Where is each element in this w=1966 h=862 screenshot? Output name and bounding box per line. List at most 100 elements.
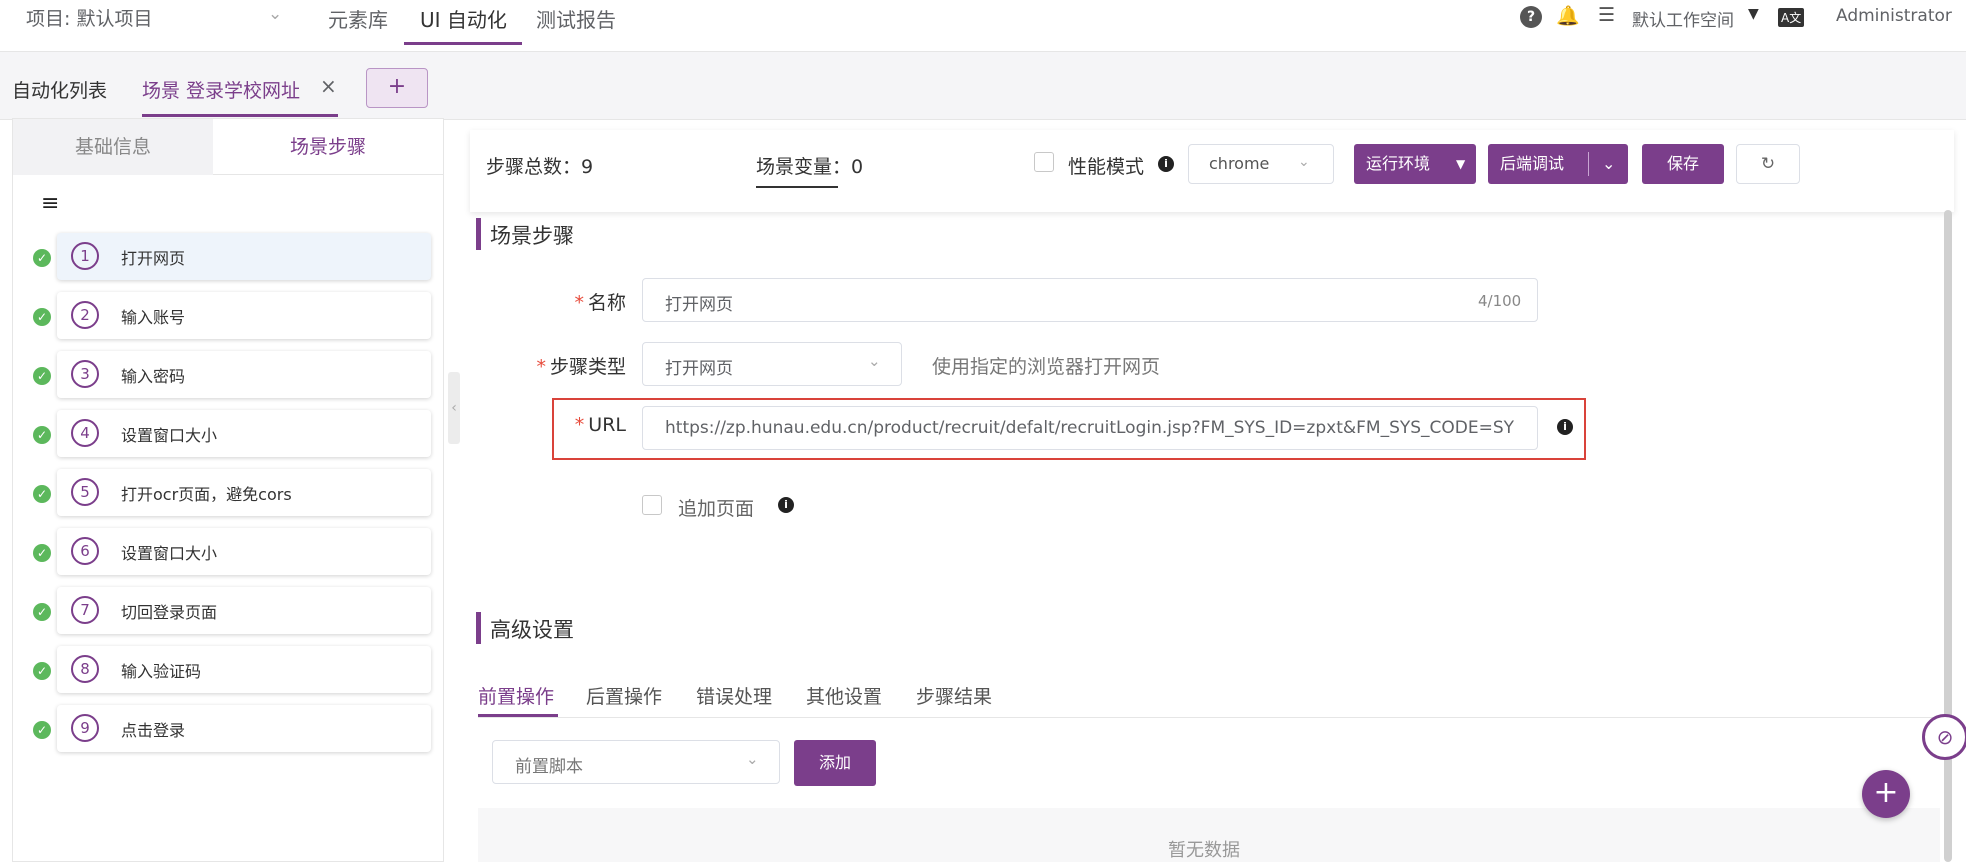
chevron-down-icon[interactable]: ⌄ bbox=[1602, 144, 1615, 184]
list-item[interactable]: ✓ 1 打开网页 bbox=[25, 229, 435, 288]
required-mark: * bbox=[574, 292, 584, 314]
step-label: 点击登录 bbox=[121, 721, 186, 740]
user-menu[interactable]: Administrator bbox=[1836, 6, 1952, 26]
close-icon[interactable]: × bbox=[320, 74, 337, 98]
list-item[interactable]: ✓ 4 设置窗口大小 bbox=[25, 406, 435, 465]
scrollbar[interactable] bbox=[1944, 210, 1952, 862]
step-label: 打开网页 bbox=[121, 249, 186, 268]
advanced-title: 高级设置 bbox=[490, 618, 574, 642]
step-card[interactable]: 2 输入账号 bbox=[57, 292, 431, 339]
step-label: 输入账号 bbox=[121, 308, 186, 327]
list-item[interactable]: ✓ 5 打开ocr页面，避免cors bbox=[25, 465, 435, 524]
chevron-down-icon[interactable]: ⌄ bbox=[868, 352, 881, 370]
tab-scene-steps[interactable]: 场景步骤 bbox=[213, 119, 443, 175]
browser-select[interactable]: chrome bbox=[1188, 144, 1334, 184]
chevron-down-icon[interactable]: ⌄ bbox=[268, 4, 282, 24]
step-card[interactable]: 8 输入验证码 bbox=[57, 646, 431, 693]
list-item[interactable]: ✓ 6 设置窗口大小 bbox=[25, 524, 435, 583]
nav-element-library[interactable]: 元素库 bbox=[328, 4, 388, 33]
collapse-panel-handle[interactable]: ‹ bbox=[448, 372, 460, 444]
tab-post-actions[interactable]: 后置操作 bbox=[586, 682, 662, 709]
left-panel: 基础信息 场景步骤 ≡ ✓ 1 打开网页 ✓ 2 输入账号 ✓ 3 输入密码 ✓ bbox=[12, 118, 444, 862]
floating-add-button[interactable]: + bbox=[1862, 770, 1910, 818]
step-card[interactable]: 1 打开网页 bbox=[57, 233, 431, 280]
check-icon: ✓ bbox=[33, 544, 51, 562]
run-env-button[interactable]: 运行环境 ▼ bbox=[1354, 144, 1476, 184]
refresh-icon[interactable]: ↻ bbox=[1736, 144, 1800, 184]
tabs-row: 自动化列表 场景 登录学校网址 × bbox=[0, 52, 1966, 120]
info-icon[interactable]: i bbox=[778, 497, 794, 513]
menu-icon[interactable]: ≡ bbox=[41, 191, 59, 216]
tab-active-indicator bbox=[478, 714, 558, 717]
total-steps: 步骤总数：9 bbox=[486, 156, 594, 178]
compass-icon[interactable]: ⊘ bbox=[1922, 714, 1966, 760]
url-input[interactable]: https://zp.hunau.edu.cn/product/recruit/… bbox=[642, 406, 1538, 450]
step-number: 1 bbox=[71, 242, 99, 270]
bell-icon[interactable]: 🔔 bbox=[1556, 4, 1580, 27]
step-type-hint: 使用指定的浏览器打开网页 bbox=[932, 356, 1161, 378]
perf-mode-checkbox[interactable] bbox=[1034, 152, 1054, 172]
list-item[interactable]: ✓ 3 输入密码 bbox=[25, 347, 435, 406]
required-mark: * bbox=[574, 414, 585, 436]
tab-automation-list[interactable]: 自动化列表 bbox=[12, 76, 107, 103]
add-button[interactable]: 添加 bbox=[794, 740, 876, 786]
info-icon[interactable]: i bbox=[1557, 419, 1573, 435]
tab-active-indicator bbox=[142, 114, 338, 117]
top-bar: 项目: 默认项目 ⌄ 元素库 UI 自动化 测试报告 ? 🔔 ☰ 默认工作空间 … bbox=[0, 0, 1966, 52]
list-item[interactable]: ✓ 8 输入验证码 bbox=[25, 642, 435, 701]
language-icon[interactable]: A文 bbox=[1778, 8, 1805, 27]
step-card[interactable]: 4 设置窗口大小 bbox=[57, 410, 431, 457]
chevron-down-icon[interactable]: ⌄ bbox=[746, 750, 759, 768]
nav-test-report[interactable]: 测试报告 bbox=[536, 4, 616, 33]
nav-ui-automation[interactable]: UI 自动化 bbox=[420, 4, 507, 33]
empty-text: 暂无数据 bbox=[1168, 840, 1240, 861]
save-button[interactable]: 保存 bbox=[1642, 144, 1724, 184]
step-type-label-text: 步骤类型 bbox=[549, 356, 626, 378]
step-number: 8 bbox=[71, 655, 99, 683]
step-number: 2 bbox=[71, 301, 99, 329]
step-card[interactable]: 6 设置窗口大小 bbox=[57, 528, 431, 575]
caret-down-icon[interactable]: ▼ bbox=[1748, 6, 1759, 22]
step-card[interactable]: 5 打开ocr页面，避免cors bbox=[57, 469, 431, 516]
name-input[interactable]: 打开网页 bbox=[642, 278, 1538, 322]
required-mark: * bbox=[536, 356, 546, 378]
tab-basic-info[interactable]: 基础信息 bbox=[13, 119, 213, 175]
tab-scene[interactable]: 场景 登录学校网址 bbox=[142, 76, 300, 103]
tab-other-settings[interactable]: 其他设置 bbox=[806, 682, 882, 709]
step-label: 切回登录页面 bbox=[121, 603, 218, 622]
workspace-selector[interactable]: 默认工作空间 bbox=[1632, 6, 1734, 31]
info-icon[interactable]: i bbox=[1158, 156, 1174, 172]
project-selector[interactable]: 项目: 默认项目 bbox=[26, 4, 152, 31]
scene-variables-underline bbox=[756, 186, 838, 188]
add-tab-button[interactable]: + bbox=[366, 68, 428, 108]
chevron-down-icon[interactable]: ⌄ bbox=[1298, 154, 1310, 170]
step-card[interactable]: 9 点击登录 bbox=[57, 705, 431, 752]
check-icon: ✓ bbox=[33, 249, 51, 267]
tab-pre-actions[interactable]: 前置操作 bbox=[478, 682, 554, 709]
step-list: ✓ 1 打开网页 ✓ 2 输入账号 ✓ 3 输入密码 ✓ 4 设置窗口大小 ✓ … bbox=[25, 229, 435, 760]
scene-variables-link[interactable]: 场景变量：0 bbox=[756, 152, 863, 179]
caret-down-icon: ▼ bbox=[1456, 157, 1466, 171]
section-accent-bar bbox=[476, 218, 481, 250]
list-item[interactable]: ✓ 2 输入账号 bbox=[25, 288, 435, 347]
name-label-text: 名称 bbox=[587, 292, 626, 314]
step-card[interactable]: 7 切回登录页面 bbox=[57, 587, 431, 634]
list-item[interactable]: ✓ 7 切回登录页面 bbox=[25, 583, 435, 642]
check-icon: ✓ bbox=[33, 485, 51, 503]
append-page-checkbox[interactable] bbox=[642, 495, 662, 515]
step-type-select[interactable]: 打开网页 bbox=[642, 342, 902, 386]
step-toolbar: 步骤总数：9 场景变量：0 性能模式 i chrome ⌄ 运行环境 ▼ 后端调… bbox=[470, 130, 1954, 212]
list-item[interactable]: ✓ 9 点击登录 bbox=[25, 701, 435, 760]
check-icon: ✓ bbox=[33, 603, 51, 621]
name-char-count: 4/100 bbox=[1478, 292, 1522, 310]
task-list-icon[interactable]: ☰ bbox=[1598, 4, 1615, 26]
check-icon: ✓ bbox=[33, 367, 51, 385]
tab-error-handling[interactable]: 错误处理 bbox=[696, 682, 772, 709]
backend-debug-button[interactable]: 后端调试 ⌄ bbox=[1488, 144, 1628, 184]
help-icon[interactable]: ? bbox=[1520, 6, 1542, 28]
step-card[interactable]: 3 输入密码 bbox=[57, 351, 431, 398]
step-label: 设置窗口大小 bbox=[121, 426, 218, 445]
pre-script-select[interactable]: 前置脚本 bbox=[492, 740, 780, 784]
tab-step-results[interactable]: 步骤结果 bbox=[916, 682, 992, 709]
name-label: * 名称 bbox=[520, 288, 626, 315]
